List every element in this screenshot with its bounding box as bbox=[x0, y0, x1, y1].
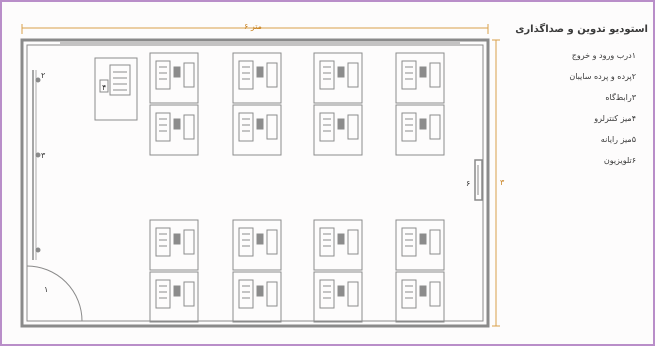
workstation: ۵ bbox=[232, 52, 282, 104]
tv bbox=[474, 159, 483, 201]
workstation-marker: ۵ bbox=[258, 122, 261, 129]
workstation: ۵ bbox=[149, 271, 199, 323]
workstation: ۵ bbox=[395, 52, 445, 104]
control-desk-marker: ۴ bbox=[102, 83, 106, 92]
workstation-marker: ۵ bbox=[421, 122, 424, 129]
workstation-marker: ۵ bbox=[175, 237, 178, 244]
door bbox=[26, 265, 83, 322]
workstation-marker: ۵ bbox=[175, 122, 178, 129]
tv-marker: ۶ bbox=[466, 179, 470, 188]
workstation: ۵ bbox=[313, 104, 363, 156]
workstation: ۵ bbox=[313, 52, 363, 104]
workstation-marker: ۵ bbox=[339, 70, 342, 77]
curtain-marker: ۲ bbox=[41, 71, 45, 80]
door-swing-arc bbox=[26, 265, 83, 322]
workstation: ۵ bbox=[232, 219, 282, 271]
workstation-marker: ۵ bbox=[258, 237, 261, 244]
legend-item-control-desk: ۴میز کنترلرو bbox=[594, 114, 636, 123]
workstation: ۵ bbox=[149, 104, 199, 156]
curtain-hook bbox=[35, 152, 41, 158]
workstation-marker: ۵ bbox=[339, 237, 342, 244]
room-walls bbox=[20, 38, 490, 328]
legend-title: استودیو تدوین و صداگذاری bbox=[515, 24, 648, 35]
workstation-marker: ۵ bbox=[339, 122, 342, 129]
legend-item-curtain: ۲پرده و پرده سایبان bbox=[569, 72, 636, 81]
legend-item-panel: ۳رابط‌گاه bbox=[605, 93, 636, 102]
workstation-marker: ۵ bbox=[421, 237, 424, 244]
workstations: ۵ ۵ ۵ ۵ ۵ ۵ ۵ ۵ ۵ ۵ ۵ ۵ ۵ ۵ ۵ ۵ bbox=[149, 52, 445, 323]
workstation-marker: ۵ bbox=[339, 289, 342, 296]
workstation: ۵ bbox=[313, 219, 363, 271]
workstation: ۵ bbox=[395, 104, 445, 156]
workstation: ۵ bbox=[395, 271, 445, 323]
height-dimension-label: ۳ bbox=[500, 178, 505, 187]
workstation-marker: ۵ bbox=[175, 70, 178, 77]
legend: استودیو تدوین و صداگذاری ۱درب ورود و خرو… bbox=[498, 24, 648, 177]
legend-item-computer-desk: ۵میز رایانه bbox=[600, 135, 636, 144]
workstation: ۵ bbox=[395, 219, 445, 271]
workstation: ۵ bbox=[149, 52, 199, 104]
outer-wall bbox=[20, 38, 490, 328]
legend-item-door: ۱درب ورود و خروج bbox=[571, 51, 636, 60]
workstation-marker: ۵ bbox=[258, 70, 261, 77]
door-marker: ۱ bbox=[44, 285, 48, 294]
legend-item-tv: ۶تلویزیون bbox=[603, 156, 636, 165]
curtain-hook bbox=[35, 77, 41, 83]
workstation-marker: ۵ bbox=[421, 70, 424, 77]
curtain-track bbox=[32, 70, 41, 260]
workstation: ۵ bbox=[149, 219, 199, 271]
workstation-marker: ۵ bbox=[421, 289, 424, 296]
width-dimension-label: ۶ متر bbox=[244, 22, 262, 31]
curtain-hook bbox=[35, 247, 41, 253]
workstation: ۵ bbox=[313, 271, 363, 323]
panel-marker: ۳ bbox=[41, 151, 46, 160]
workstation: ۵ bbox=[232, 271, 282, 323]
workstation: ۵ bbox=[232, 104, 282, 156]
workstation-marker: ۵ bbox=[258, 289, 261, 296]
workstation-marker: ۵ bbox=[175, 289, 178, 296]
